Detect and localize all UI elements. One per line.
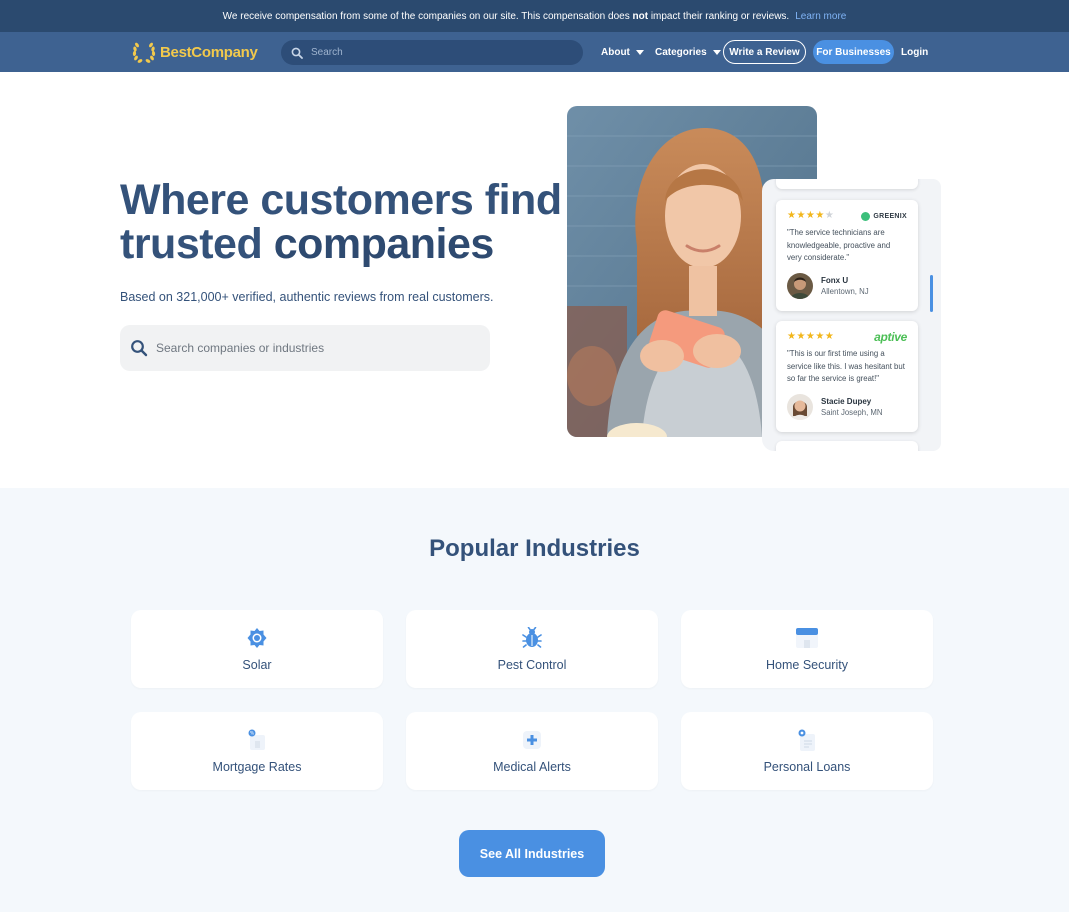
write-review-button[interactable]: Write a Review	[723, 40, 806, 64]
reviewer-location: Saint Joseph, MN	[821, 408, 883, 417]
star-rating: ★★★★★	[787, 210, 835, 221]
industry-label: Mortgage Rates	[212, 760, 302, 774]
loan-document-icon	[798, 729, 815, 751]
industry-tile-medical-alerts[interactable]: Medical Alerts	[406, 712, 658, 790]
hero-title: Where customers find trusted companies	[120, 176, 562, 268]
chevron-down-icon	[712, 50, 721, 55]
chevron-down-icon	[635, 50, 644, 55]
categories-menu[interactable]: Categories	[655, 40, 721, 65]
for-businesses-button[interactable]: For Businesses	[813, 40, 894, 64]
reviewer-name: Fonx U	[821, 276, 849, 285]
industry-tile-mortgage-rates[interactable]: % Mortgage Rates	[131, 712, 383, 790]
medical-plus-icon	[523, 731, 541, 749]
nav-search-box[interactable]	[281, 40, 583, 65]
sun-icon	[247, 628, 267, 648]
avatar	[787, 273, 813, 299]
industry-label: Personal Loans	[763, 760, 851, 774]
hero-subtitle: Based on 321,000+ verified, authentic re…	[120, 290, 494, 304]
popular-industries-section: Popular Industries Solar Pest Control Ho…	[0, 488, 1069, 912]
reviewer: Stacie Dupey Saint Joseph, MN	[787, 394, 907, 420]
reviewer-name: Stacie Dupey	[821, 397, 872, 406]
nav-search-input[interactable]	[311, 47, 561, 58]
review-card-peek	[776, 179, 918, 189]
star-rating: ★★★★★	[787, 331, 835, 342]
disclosure-text: We receive compensation from some of the…	[222, 10, 790, 22]
disclosure-bar: We receive compensation from some of the…	[0, 0, 1069, 32]
logo-text: BestCompany	[160, 43, 258, 61]
house-icon	[796, 628, 818, 648]
bug-icon	[522, 627, 542, 648]
review-card: ★★★★★ aptive "This is our first time usi…	[776, 321, 918, 432]
industry-label: Home Security	[766, 658, 848, 672]
review-quote: "The service technicians are knowledgeab…	[787, 228, 891, 262]
company-logo: aptive	[874, 330, 907, 344]
reviews-panel[interactable]: ★★★★★ GREENIX "The service technicians a…	[762, 179, 941, 451]
logo[interactable]: BestCompany	[131, 40, 258, 64]
login-link[interactable]: Login	[901, 40, 928, 65]
reviewer: Fonx U Allentown, NJ	[787, 273, 907, 299]
industry-label: Medical Alerts	[493, 760, 571, 774]
industry-tile-solar[interactable]: Solar	[131, 610, 383, 688]
learn-more-link[interactable]: Learn more	[795, 11, 846, 22]
company-logo: GREENIX	[861, 211, 907, 221]
review-quote: "This is our first time using a service …	[787, 349, 905, 383]
review-card-peek	[776, 441, 918, 451]
industry-tile-pest-control[interactable]: Pest Control	[406, 610, 658, 688]
review-card: ★★★★★ GREENIX "The service technicians a…	[776, 200, 918, 311]
hero-search-box[interactable]	[120, 325, 490, 371]
laurel-wreath-icon	[132, 42, 156, 63]
mortgage-icon: %	[248, 729, 265, 750]
industry-label: Pest Control	[497, 658, 567, 672]
search-icon	[291, 47, 303, 59]
avatar	[787, 394, 813, 420]
industry-label: Solar	[242, 658, 272, 672]
navbar: BestCompany About Categories Write a Rev…	[0, 32, 1069, 72]
industry-tile-home-security[interactable]: Home Security	[681, 610, 933, 688]
see-all-industries-button[interactable]: See All Industries	[459, 830, 605, 877]
hero-search-input[interactable]	[156, 341, 476, 355]
about-menu[interactable]: About	[601, 40, 644, 65]
reviews-scrollbar[interactable]	[930, 275, 933, 312]
search-icon	[131, 340, 148, 357]
industry-tile-personal-loans[interactable]: Personal Loans	[681, 712, 933, 790]
greenix-leaf-icon	[861, 211, 871, 221]
svg-text:%: %	[250, 731, 255, 737]
reviewer-location: Allentown, NJ	[821, 287, 869, 296]
section-title: Popular Industries	[429, 535, 640, 562]
